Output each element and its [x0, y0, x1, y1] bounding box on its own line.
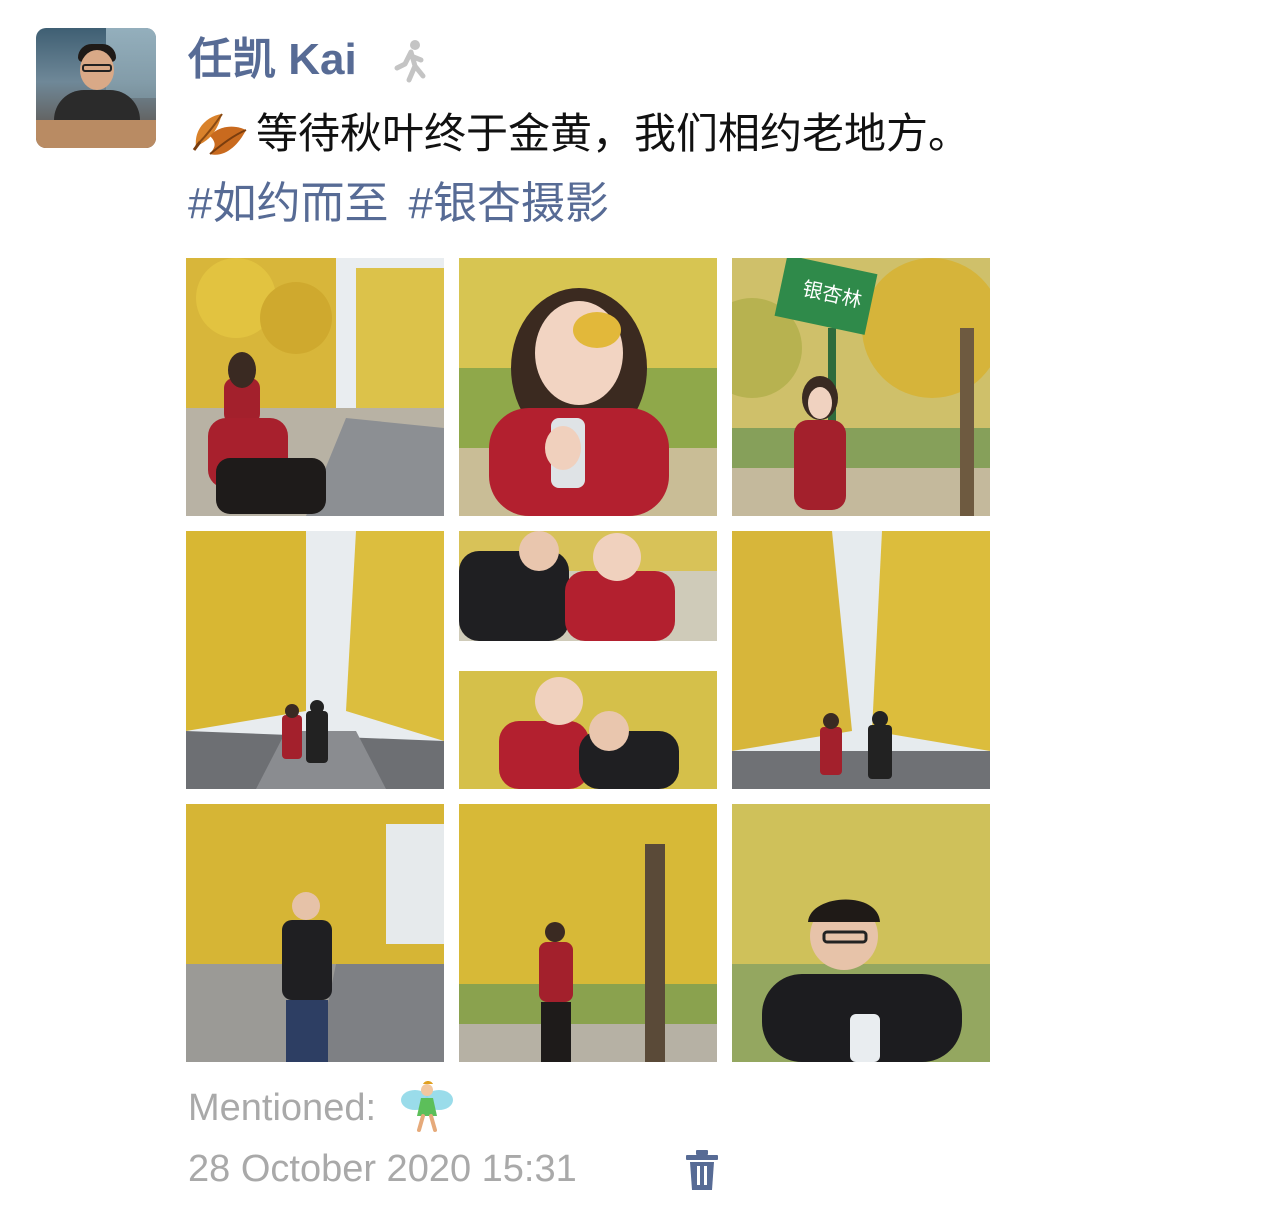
photo-couple-holding-hands[interactable] — [732, 531, 990, 789]
tags-row: #如约而至 #银杏摄影 — [188, 174, 629, 234]
photo-girl-by-road-sign[interactable]: 银杏林 — [732, 258, 990, 516]
tag-link[interactable]: #如约而至 — [188, 179, 388, 228]
post-text: 等待秋叶终于金黄，我们相约老地方。 — [256, 110, 971, 157]
fairy-icon[interactable] — [399, 1078, 455, 1134]
author-name[interactable]: 任凯 Kai — [188, 34, 357, 86]
photo-couple-collage[interactable] — [459, 531, 717, 789]
avatar[interactable] — [36, 28, 156, 148]
trash-icon[interactable] — [684, 1148, 720, 1192]
photo-couple-ginkgo-avenue[interactable] — [186, 531, 444, 789]
post-timestamp: 28 October 2020 15:31 — [188, 1148, 577, 1190]
photo-girl-under-tree[interactable] — [459, 804, 717, 1062]
mentioned-label: Mentioned: — [188, 1087, 377, 1129]
photo-man-closeup[interactable] — [732, 804, 990, 1062]
photo-man-on-road[interactable] — [186, 804, 444, 1062]
photo-girl-sitting-ginkgo-road[interactable] — [186, 258, 444, 516]
walking-person-icon — [394, 40, 426, 83]
mentioned-row: Mentioned: — [188, 1078, 455, 1132]
photo-girl-holding-leaf[interactable] — [459, 258, 717, 516]
maple-leaves-icon — [192, 113, 247, 155]
photo-grid: 银杏林 — [186, 258, 990, 1062]
post-text-line: 等待秋叶终于金黄，我们相约老地方。 — [188, 104, 970, 164]
tag-link[interactable]: #银杏摄影 — [408, 179, 608, 228]
